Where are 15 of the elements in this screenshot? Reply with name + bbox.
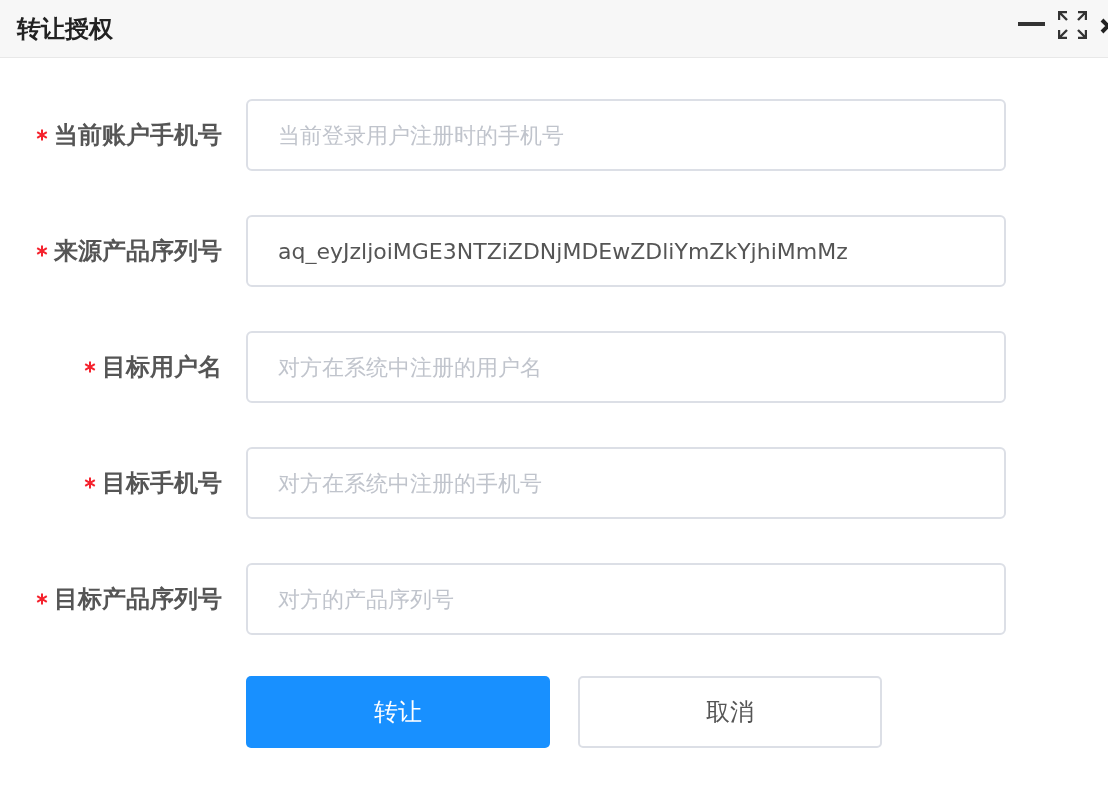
input-field[interactable]: 对方在系统中注册的手机号	[246, 447, 1006, 519]
input-field[interactable]: 对方的产品序列号	[246, 563, 1006, 635]
cancel-button[interactable]: 取消	[578, 676, 882, 748]
field-label: 当前账户手机号	[54, 120, 222, 151]
field-label: 目标手机号	[102, 468, 222, 499]
input-field[interactable]: 当前登录用户注册时的手机号	[246, 99, 1006, 171]
input-field[interactable]: 对方在系统中注册的用户名	[246, 331, 1006, 403]
minimize-icon[interactable]	[1018, 21, 1045, 27]
field-label: 目标用户名	[102, 352, 222, 383]
field-label: 来源产品序列号	[54, 236, 222, 267]
maximize-icon[interactable]	[1058, 11, 1087, 39]
input-field[interactable]: aq_eyJzljoiMGE3NTZiZDNjMDEwZDliYmZkYjhiMmMz	[246, 215, 1006, 287]
window-title: 转让授权	[17, 13, 113, 45]
close-icon[interactable]	[1100, 18, 1108, 34]
field-label: 目标产品序列号	[54, 584, 222, 615]
